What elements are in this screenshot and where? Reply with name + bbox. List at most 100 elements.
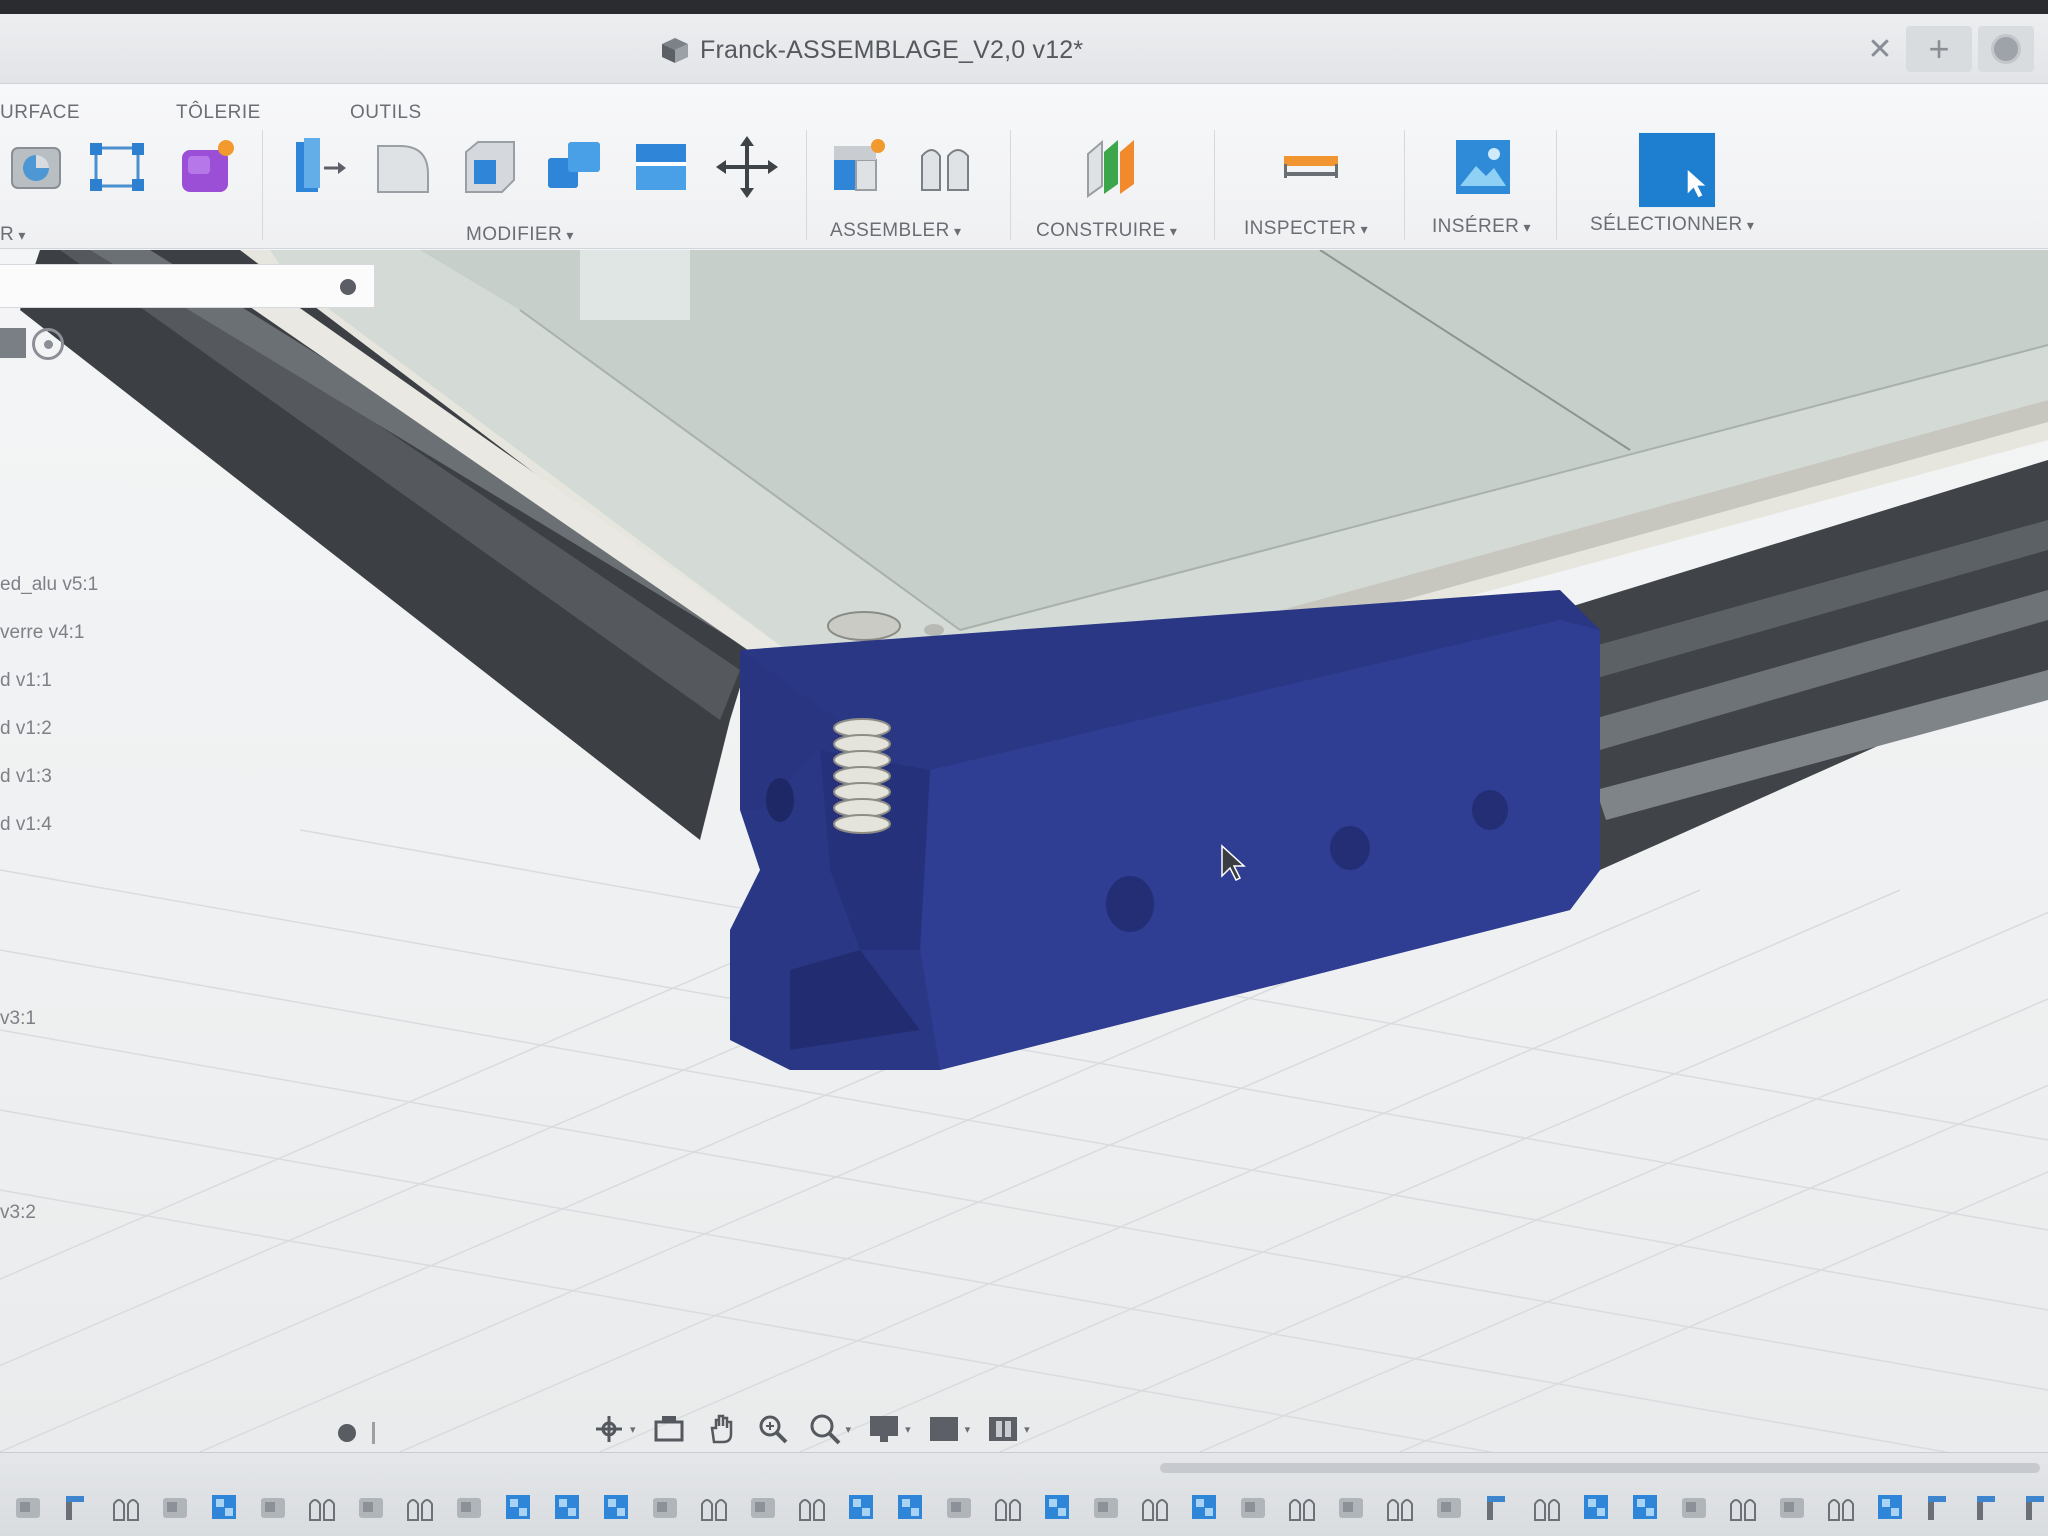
timeline-feature-component-icon[interactable]	[155, 1487, 195, 1527]
timeline-feature-extrude-icon[interactable]	[1870, 1487, 1910, 1527]
timeline-feature-component-icon[interactable]	[253, 1487, 293, 1527]
look-at-button[interactable]	[650, 1410, 688, 1448]
timeline-feature-joint-icon[interactable]	[106, 1487, 146, 1527]
timeline-feature-sketch-icon[interactable]	[1968, 1487, 2008, 1527]
timeline-feature-extrude-icon[interactable]	[1037, 1487, 1077, 1527]
timeline-feature-component-icon[interactable]	[743, 1487, 783, 1527]
create-group-label[interactable]: R	[0, 224, 26, 246]
timeline-feature-component-icon[interactable]	[1233, 1487, 1273, 1527]
close-tab-button[interactable]: ✕	[1862, 26, 1898, 72]
hand-icon	[710, 1414, 732, 1444]
box-sketch-tool[interactable]	[82, 132, 152, 202]
select-tool[interactable]	[1636, 130, 1718, 210]
timeline-feature-component-icon[interactable]	[1429, 1487, 1469, 1527]
modify-group-label[interactable]: MODIFIER	[466, 224, 574, 246]
press-pull-tool[interactable]	[282, 132, 352, 202]
timeline-feature-extrude-icon[interactable]	[547, 1487, 587, 1527]
split-body-tool[interactable]	[626, 132, 696, 202]
timeline-feature-extrude-icon[interactable]	[1576, 1487, 1616, 1527]
form-tool[interactable]	[172, 132, 242, 202]
move-copy-tool[interactable]	[712, 132, 782, 202]
browser-item[interactable]: ed_alu v5:1	[0, 574, 98, 596]
assemble-group-label[interactable]: ASSEMBLER	[830, 220, 961, 242]
timeline-feature-sketch-icon[interactable]	[2017, 1487, 2048, 1527]
shell-tool[interactable]	[454, 132, 524, 202]
tab-sheet-metal[interactable]: TÔLERIE	[176, 102, 261, 124]
browser-item[interactable]: d v1:4	[0, 814, 52, 836]
display-settings-button[interactable]	[865, 1410, 903, 1448]
browser-item[interactable]: verre v4:1	[0, 622, 84, 644]
new-component-tool[interactable]	[824, 132, 894, 202]
orbit-button[interactable]	[590, 1410, 628, 1448]
timeline-feature-joint-icon[interactable]	[1527, 1487, 1567, 1527]
timeline-feature-component-icon[interactable]	[645, 1487, 685, 1527]
pan-button[interactable]	[702, 1410, 740, 1448]
new-tab-button[interactable]: +	[1906, 26, 1972, 72]
chevron-down-icon[interactable]: ▾	[965, 1423, 971, 1436]
insert-group-label[interactable]: INSÉRER	[1432, 216, 1531, 238]
document-title: Franck-ASSEMBLAGE_V2,0 v12*	[660, 32, 1083, 68]
browser-item[interactable]: v3:1	[0, 1008, 36, 1030]
timeline-feature-extrude-icon[interactable]	[204, 1487, 244, 1527]
timeline-feature-component-icon[interactable]	[1674, 1487, 1714, 1527]
comments-icon[interactable]	[338, 1424, 356, 1442]
timeline-feature-joint-icon[interactable]	[792, 1487, 832, 1527]
timeline-feature-extrude-icon[interactable]	[596, 1487, 636, 1527]
grid-settings-button[interactable]	[925, 1410, 963, 1448]
timeline-feature-extrude-icon[interactable]	[890, 1487, 930, 1527]
viewports-button[interactable]	[984, 1410, 1022, 1448]
browser-item[interactable]: d v1:2	[0, 718, 52, 740]
account-button[interactable]	[1978, 26, 2034, 72]
select-group-label[interactable]: SÉLECTIONNER	[1590, 214, 1754, 236]
timeline-feature-component-icon[interactable]	[1772, 1487, 1812, 1527]
camera-icon[interactable]	[0, 328, 26, 358]
timeline-feature-joint-icon[interactable]	[694, 1487, 734, 1527]
timeline-feature-joint-icon[interactable]	[302, 1487, 342, 1527]
chevron-down-icon[interactable]: ▾	[846, 1423, 852, 1436]
revolve-tool[interactable]	[2, 132, 72, 202]
combine-tool[interactable]	[540, 132, 610, 202]
pin-icon[interactable]	[340, 279, 356, 295]
timeline-feature-component-icon[interactable]	[1331, 1487, 1371, 1527]
zoom-button[interactable]	[754, 1410, 792, 1448]
timeline-feature-joint-icon[interactable]	[400, 1487, 440, 1527]
timeline-feature-joint-icon[interactable]	[1380, 1487, 1420, 1527]
browser-search-bar[interactable]	[0, 264, 375, 308]
joint-tool[interactable]	[910, 132, 980, 202]
timeline-feature-sketch-icon[interactable]	[1478, 1487, 1518, 1527]
chevron-down-icon[interactable]: ▾	[1024, 1423, 1030, 1436]
timeline-feature-extrude-icon[interactable]	[1184, 1487, 1224, 1527]
timeline-feature-component-icon[interactable]	[351, 1487, 391, 1527]
timeline-feature-component-icon[interactable]	[8, 1487, 48, 1527]
3d-viewport[interactable]: ed_alu v5:1 verre v4:1 d v1:1 d v1:2 d v…	[0, 250, 2048, 1452]
construct-group-label[interactable]: CONSTRUIRE	[1036, 220, 1177, 242]
timeline-feature-extrude-icon[interactable]	[1625, 1487, 1665, 1527]
timeline-feature-joint-icon[interactable]	[1282, 1487, 1322, 1527]
timeline-feature-extrude-icon[interactable]	[498, 1487, 538, 1527]
offset-plane-tool[interactable]	[1076, 132, 1146, 202]
tab-surface[interactable]: URFACE	[0, 102, 80, 124]
timeline-scrollbar[interactable]	[1160, 1463, 2040, 1473]
timeline-feature-sketch-icon[interactable]	[1919, 1487, 1959, 1527]
timeline-feature-component-icon[interactable]	[939, 1487, 979, 1527]
fit-button[interactable]	[806, 1410, 844, 1448]
timeline-feature-joint-icon[interactable]	[1821, 1487, 1861, 1527]
timeline-feature-sketch-icon[interactable]	[57, 1487, 97, 1527]
timeline-feature-joint-icon[interactable]	[1723, 1487, 1763, 1527]
fillet-tool[interactable]	[368, 132, 438, 202]
chevron-down-icon[interactable]: ▾	[905, 1423, 911, 1436]
visibility-icon[interactable]	[32, 328, 64, 360]
tab-tools[interactable]: OUTILS	[350, 102, 422, 124]
timeline-feature-extrude-icon[interactable]	[841, 1487, 881, 1527]
measure-tool[interactable]	[1276, 132, 1346, 202]
browser-item[interactable]: d v1:3	[0, 766, 52, 788]
inspect-group-label[interactable]: INSPECTER	[1244, 218, 1368, 240]
timeline-feature-joint-icon[interactable]	[1135, 1487, 1175, 1527]
timeline-feature-component-icon[interactable]	[449, 1487, 489, 1527]
timeline-feature-component-icon[interactable]	[1086, 1487, 1126, 1527]
chevron-down-icon[interactable]: ▾	[630, 1423, 636, 1436]
browser-item[interactable]: v3:2	[0, 1202, 36, 1224]
browser-item[interactable]: d v1:1	[0, 670, 52, 692]
timeline-feature-joint-icon[interactable]	[988, 1487, 1028, 1527]
insert-canvas-tool[interactable]	[1448, 132, 1518, 202]
